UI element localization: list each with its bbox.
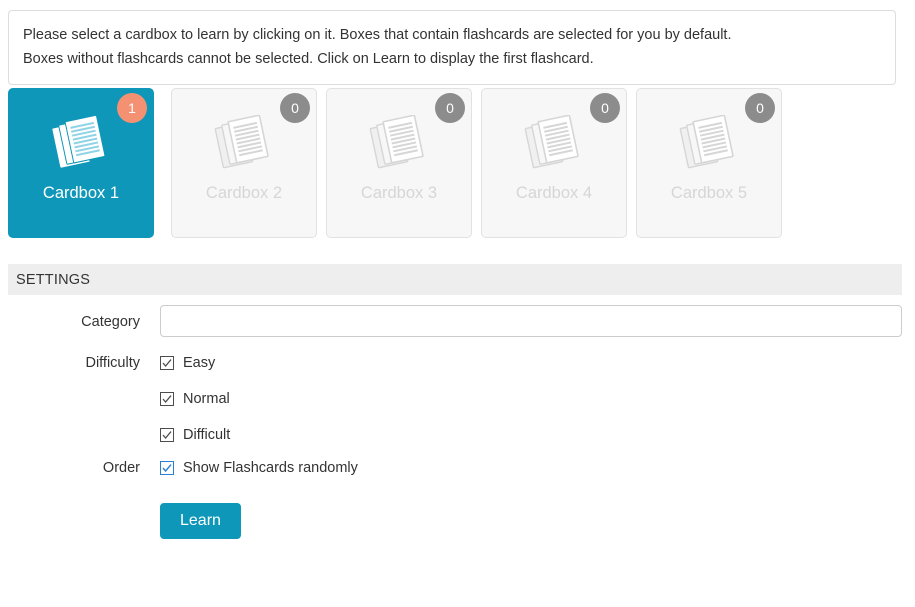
info-text-line-2: Boxes without flashcards cannot be selec… <box>23 47 881 71</box>
checkbox-label-show-randomly: Show Flashcards randomly <box>183 460 358 476</box>
cardbox-tile-1[interactable]: 1 <box>8 88 154 238</box>
info-text-line-1: Please select a cardbox to learn by clic… <box>23 23 881 47</box>
category-label: Category <box>0 314 140 330</box>
cardbox-label-2: Cardbox 2 <box>172 184 316 203</box>
learn-page: Please select a cardbox to learn by clic… <box>0 0 915 607</box>
order-label: Order <box>0 460 140 476</box>
checkbox-label-normal: Normal <box>183 391 230 407</box>
form-row-submit: Learn <box>0 503 915 559</box>
document-stack-icon <box>637 113 781 175</box>
difficulty-option-easy[interactable]: Easy <box>160 353 215 373</box>
cardbox-label-1: Cardbox 1 <box>9 184 153 203</box>
form-row-order: Order Show Flashcards randomly <box>0 457 915 503</box>
difficulty-label: Difficulty <box>0 355 140 371</box>
cardbox-tile-2[interactable]: 0 <box>171 88 317 238</box>
checkbox-difficult[interactable] <box>160 428 174 442</box>
category-input[interactable] <box>160 305 902 337</box>
info-box: Please select a cardbox to learn by clic… <box>8 10 896 85</box>
form-row-category: Category <box>0 305 915 349</box>
checkbox-normal[interactable] <box>160 392 174 406</box>
document-stack-icon <box>482 113 626 175</box>
cardbox-list: 1 <box>8 88 908 238</box>
cardbox-tile-4[interactable]: 0 <box>481 88 627 238</box>
document-stack-icon <box>9 113 153 175</box>
document-stack-icon <box>172 113 316 175</box>
cardbox-label-3: Cardbox 3 <box>327 184 471 203</box>
cardbox-tile-5[interactable]: 0 <box>636 88 782 238</box>
cardbox-label-5: Cardbox 5 <box>637 184 781 203</box>
category-control <box>160 305 902 337</box>
learn-button[interactable]: Learn <box>160 503 241 539</box>
settings-panel-header: SETTINGS <box>8 264 902 295</box>
settings-title: SETTINGS <box>16 272 90 288</box>
settings-form: Category Difficulty Easy <box>0 305 915 559</box>
difficulty-option-difficult[interactable]: Difficult <box>160 425 230 445</box>
document-stack-icon <box>327 113 471 175</box>
form-row-difficulty: Difficulty Easy <box>0 349 915 457</box>
checkbox-label-easy: Easy <box>183 355 215 371</box>
checkbox-show-randomly[interactable] <box>160 461 174 475</box>
cardbox-label-4: Cardbox 4 <box>482 184 626 203</box>
difficulty-option-normal[interactable]: Normal <box>160 389 230 409</box>
submit-control: Learn <box>160 503 241 539</box>
checkbox-easy[interactable] <box>160 356 174 370</box>
checkbox-label-difficult: Difficult <box>183 427 230 443</box>
order-option-random[interactable]: Show Flashcards randomly <box>160 458 358 478</box>
cardbox-tile-3[interactable]: 0 <box>326 88 472 238</box>
